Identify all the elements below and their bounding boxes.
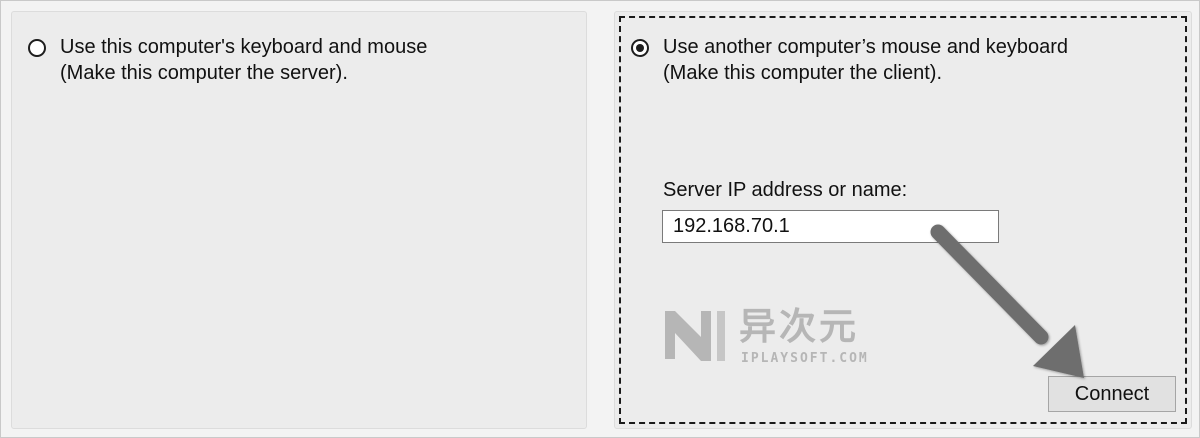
server-panel[interactable]: Use this computer's keyboard and mouse (…: [11, 11, 587, 429]
server-option-line2: (Make this computer the server).: [60, 62, 348, 84]
server-ip-input[interactable]: [662, 210, 999, 243]
client-panel[interactable]: Use another computer’s mouse and keyboar…: [614, 11, 1192, 429]
client-radio-button[interactable]: [631, 39, 649, 57]
server-option-label[interactable]: Use this computer's keyboard and mouse (…: [60, 34, 427, 86]
server-option-line1: Use this computer's keyboard and mouse: [60, 36, 428, 58]
server-ip-label: Server IP address or name:: [663, 179, 908, 201]
client-option-line2: (Make this computer the client).: [663, 62, 942, 84]
server-radio-button[interactable]: [28, 39, 46, 57]
client-option-label[interactable]: Use another computer’s mouse and keyboar…: [663, 34, 1068, 86]
client-option-line1: Use another computer’s mouse and keyboar…: [663, 36, 1069, 58]
connect-button[interactable]: Connect: [1048, 376, 1176, 412]
synergy-setup-window: Use this computer's keyboard and mouse (…: [0, 0, 1200, 438]
server-option[interactable]: Use this computer's keyboard and mouse (…: [28, 34, 427, 86]
client-option[interactable]: Use another computer’s mouse and keyboar…: [631, 34, 1068, 86]
